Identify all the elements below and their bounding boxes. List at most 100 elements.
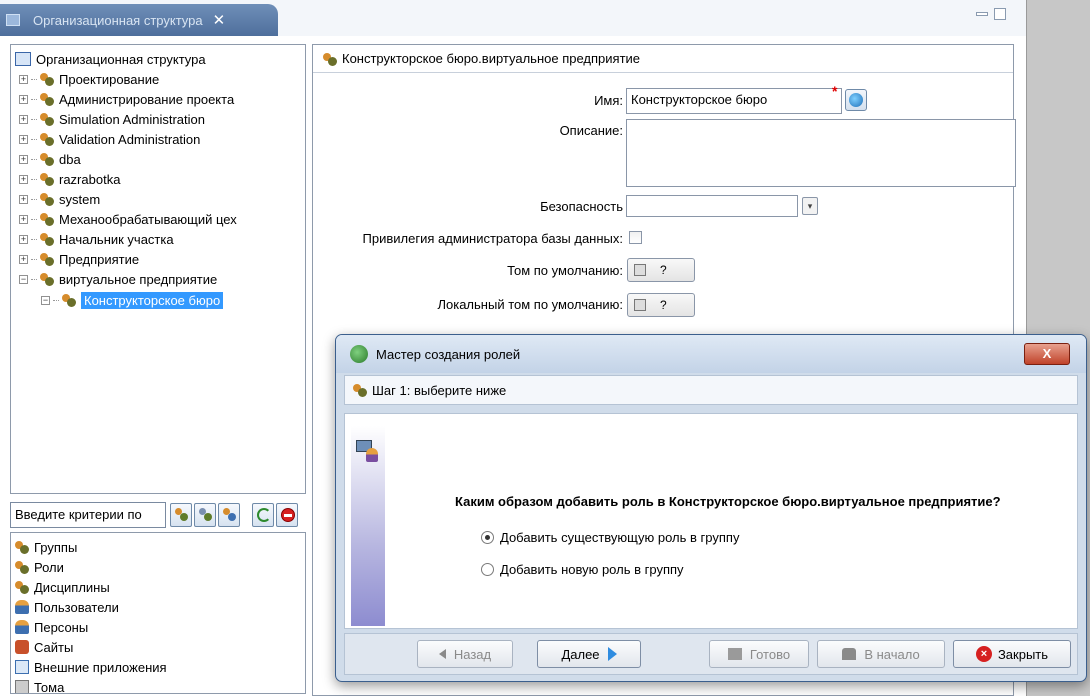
search-row: Введите критерии по <box>10 502 306 528</box>
expand-icon[interactable]: + <box>19 114 28 124</box>
dba-privilege-checkbox[interactable] <box>629 231 642 244</box>
option-new-label: Добавить новую роль в группу <box>500 562 684 577</box>
search-groups-button[interactable] <box>170 503 192 527</box>
tree-item[interactable]: + Начальник участка <box>19 229 174 249</box>
volume-icon <box>15 680 29 693</box>
dialog-titlebar[interactable]: Мастер создания ролей <box>336 335 1086 373</box>
close-icon: × <box>975 646 992 662</box>
tree-item[interactable]: + system <box>19 189 100 209</box>
group-icon <box>40 132 54 146</box>
wizard-icon <box>350 345 368 363</box>
tree-item-label: Конструкторское бюро <box>81 291 224 309</box>
local-volume-button[interactable]: ? <box>627 293 695 317</box>
option-existing-role[interactable]: Добавить существующую роль в группу <box>481 530 739 545</box>
option-new-role[interactable]: Добавить новую роль в группу <box>481 562 684 577</box>
form-header-title: Конструкторское бюро.виртуальное предпри… <box>342 51 641 66</box>
org-tree[interactable]: Организационная структура + Проектировани… <box>10 44 306 494</box>
expand-icon[interactable]: + <box>19 194 28 204</box>
tree-item[interactable]: + Механообрабатывающий цех <box>19 209 237 229</box>
chevron-down-icon[interactable]: ▾ <box>802 197 818 215</box>
next-button[interactable]: Далее <box>537 640 641 668</box>
finish-button[interactable]: Готово <box>709 640 809 668</box>
security-select[interactable] <box>626 195 798 217</box>
group-icon <box>40 172 54 186</box>
list-item-volumes[interactable]: Тома <box>15 677 64 693</box>
group-icon <box>40 252 54 266</box>
minimize-icon[interactable] <box>976 12 988 16</box>
arrow-left-icon <box>438 649 446 659</box>
tree-item[interactable]: + razrabotka <box>19 169 120 189</box>
list-item-roles[interactable]: Роли <box>15 557 64 577</box>
expand-icon[interactable]: + <box>19 74 28 84</box>
group-icon <box>40 212 54 226</box>
list-item-users[interactable]: Пользователи <box>15 597 119 617</box>
tree-item[interactable]: + dba <box>19 149 81 169</box>
search-roles-button[interactable] <box>194 503 216 527</box>
tree-item[interactable]: + Simulation Administration <box>19 109 205 129</box>
dba-privilege-label: Привилегия администратора базы данных: <box>362 231 623 246</box>
close-button[interactable]: × Закрыть <box>953 640 1071 668</box>
back-button[interactable]: Назад <box>417 640 513 668</box>
expand-icon[interactable]: + <box>19 134 28 144</box>
tree-root[interactable]: Организационная структура <box>15 49 206 69</box>
local-volume-value: ? <box>660 298 667 312</box>
list-item-label: Персоны <box>34 619 89 635</box>
expand-icon[interactable]: + <box>19 234 28 244</box>
list-item-label: Роли <box>34 559 64 575</box>
list-item-groups[interactable]: Группы <box>15 537 77 557</box>
maximize-icon[interactable] <box>994 8 1006 20</box>
refresh-icon <box>257 508 271 522</box>
collapse-icon[interactable]: − <box>19 274 28 284</box>
group-icon <box>62 293 76 307</box>
local-volume-label: Локальный том по умолчанию: <box>437 297 623 312</box>
radio-selected[interactable] <box>481 531 494 544</box>
tree-item[interactable]: + Предприятие <box>19 249 139 269</box>
tree-item[interactable]: + Администрирование проекта <box>19 89 234 109</box>
collapse-icon[interactable]: − <box>41 295 50 305</box>
description-field[interactable] <box>626 119 1016 187</box>
list-item-disciplines[interactable]: Дисциплины <box>15 577 110 597</box>
tab-org-structure[interactable]: Организационная структура ✕ <box>0 4 278 36</box>
wizard-footer: Назад Далее Готово В начало × Закрыть <box>344 633 1078 675</box>
list-item-external-apps[interactable]: Внешние приложения <box>15 657 167 677</box>
list-item-label: Пользователи <box>34 599 119 615</box>
expand-icon[interactable]: + <box>19 214 28 224</box>
name-field[interactable]: Конструкторское бюро <box>626 88 842 114</box>
expand-icon[interactable]: + <box>19 254 28 264</box>
tree-item-label: Начальник участка <box>59 231 174 247</box>
tree-item-selected[interactable]: − Конструкторское бюро <box>41 290 224 310</box>
group-icon <box>40 152 54 166</box>
tree-item[interactable]: + Validation Administration <box>19 129 200 149</box>
left-panel: Организационная структура + Проектировани… <box>10 44 306 694</box>
expand-icon[interactable]: + <box>19 174 28 184</box>
groups-icon <box>15 540 29 554</box>
disciplines-icon <box>15 580 29 594</box>
site-icon <box>15 640 29 654</box>
tree-item-label: Администрирование проекта <box>59 91 235 107</box>
option-existing-label: Добавить существующую роль в группу <box>500 530 740 545</box>
person-icon <box>15 620 29 634</box>
object-types-list[interactable]: Группы Роли Дисциплины Пользователи Перс… <box>10 532 306 694</box>
tab-close-icon[interactable]: ✕ <box>213 11 226 29</box>
start-button[interactable]: В начало <box>817 640 945 668</box>
list-item-persons[interactable]: Персоны <box>15 617 88 637</box>
search-input[interactable]: Введите критерии по <box>10 502 166 528</box>
tree-item-label: razrabotka <box>59 171 121 187</box>
tree-item[interactable]: − виртуальное предприятие <box>19 269 217 289</box>
expand-icon[interactable]: + <box>19 94 28 104</box>
tree-item-label: виртуальное предприятие <box>59 271 218 287</box>
refresh-button[interactable] <box>252 503 274 527</box>
back-label: Назад <box>453 646 492 662</box>
name-lookup-button[interactable] <box>845 89 867 111</box>
required-icon: * <box>832 83 838 99</box>
dialog-close-button[interactable]: X <box>1024 343 1070 365</box>
tree-item[interactable]: + Проектирование <box>19 69 159 89</box>
radio-unselected[interactable] <box>481 563 494 576</box>
globe-icon <box>849 93 863 107</box>
list-item-sites[interactable]: Сайты <box>15 637 73 657</box>
expand-icon[interactable]: + <box>19 154 28 164</box>
search-users-button[interactable] <box>218 503 240 527</box>
default-volume-button[interactable]: ? <box>627 258 695 282</box>
stop-button[interactable] <box>276 503 298 527</box>
tab-title: Организационная структура <box>33 12 203 28</box>
